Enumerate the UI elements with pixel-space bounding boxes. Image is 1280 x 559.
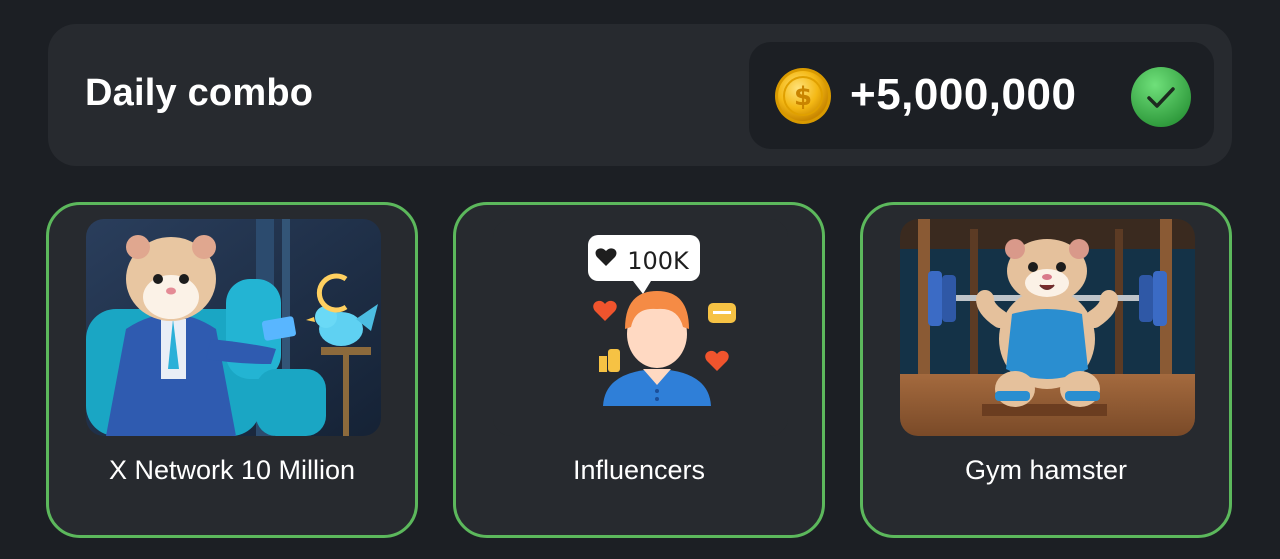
daily-combo-title: Daily combo [85,72,314,114]
combo-card-x-network[interactable]: X Network 10 Million [46,202,418,538]
combo-card-gym-hamster[interactable]: Gym hamster [860,202,1232,538]
card-label: Influencers [572,455,706,485]
coin-icon: $ [775,68,831,124]
card-image-hamster-suit [86,219,381,436]
check-circle-icon [1131,67,1191,127]
combo-card-influencers[interactable]: 100K Influencers [453,202,825,538]
card-label: Gym hamster [964,455,1128,485]
daily-combo-header: Daily combo $ +5,000,000 [48,24,1232,166]
card-image-influencer-icon: 100K [493,219,788,436]
reward-pill: $ +5,000,000 [749,42,1214,149]
svg-text:$: $ [794,82,812,112]
reward-amount: +5,000,000 [850,70,1077,119]
followers-badge-text: 100K [627,247,690,275]
daily-combo-screen: Daily combo $ +5,000,000 X Network 10 Mi… [0,0,1280,559]
card-image-gym-hamster [900,219,1195,436]
card-label: X Network 10 Million [108,455,356,485]
